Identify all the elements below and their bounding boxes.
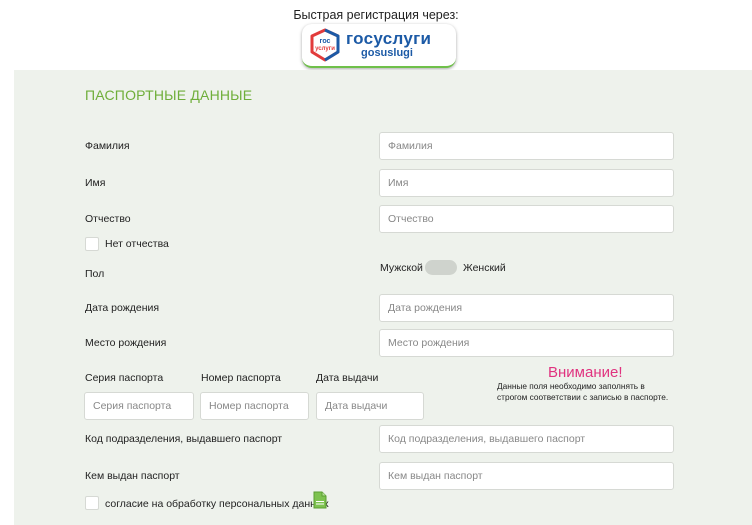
birth-date-label: Дата рождения	[85, 302, 160, 314]
issue-date-input[interactable]	[316, 392, 424, 420]
first-name-label: Имя	[85, 177, 106, 189]
consent-checkbox[interactable]	[85, 496, 99, 510]
gender-female-label: Женский	[463, 262, 506, 274]
no-patronymic-label: Нет отчества	[105, 238, 169, 250]
gosuslugi-mark-bottom: услуги	[315, 46, 335, 52]
warning-text: Данные поля необходимо заполнять в строг…	[497, 381, 669, 402]
warning-title: Внимание!	[548, 364, 623, 381]
gender-label: Пол	[85, 268, 105, 280]
document-icon[interactable]	[313, 491, 327, 509]
issue-date-label: Дата выдачи	[316, 372, 379, 384]
passport-series-input[interactable]	[84, 392, 194, 420]
gosuslugi-name: госуслуги	[346, 29, 432, 48]
section-title: ПАСПОРТНЫЕ ДАННЫЕ	[85, 87, 253, 103]
last-name-input[interactable]	[379, 132, 674, 160]
no-patronymic-checkbox[interactable]	[85, 237, 99, 251]
birth-place-label: Место рождения	[85, 337, 167, 349]
first-name-input[interactable]	[379, 169, 674, 197]
issued-by-label: Кем выдан паспорт	[85, 470, 180, 482]
passport-series-label: Серия паспорта	[85, 372, 164, 384]
division-code-label: Код подразделения, выдавшего паспорт	[85, 433, 283, 445]
consent-label: согласие на обработку персональных данны…	[105, 498, 329, 510]
quick-registration-label: Быстрая регистрация через:	[293, 8, 459, 22]
gosuslugi-logo-icon: гос услуги	[310, 28, 340, 62]
gender-male-label: Мужской	[380, 262, 423, 274]
birth-place-input[interactable]	[379, 329, 674, 357]
gosuslugi-latin: gosuslugi	[361, 47, 413, 59]
last-name-label: Фамилия	[85, 140, 130, 152]
division-code-input[interactable]	[379, 425, 674, 453]
gosuslugi-login-button[interactable]: гос услуги госуслуги gosuslugi	[302, 24, 456, 68]
issued-by-input[interactable]	[379, 462, 674, 490]
patronymic-label: Отчество	[85, 213, 131, 225]
gender-toggle[interactable]	[425, 260, 457, 275]
patronymic-input[interactable]	[379, 205, 674, 233]
birth-date-input[interactable]	[379, 294, 674, 322]
gosuslugi-mark-top: гос	[320, 38, 331, 45]
passport-number-input[interactable]	[200, 392, 309, 420]
passport-number-label: Номер паспорта	[201, 372, 281, 384]
